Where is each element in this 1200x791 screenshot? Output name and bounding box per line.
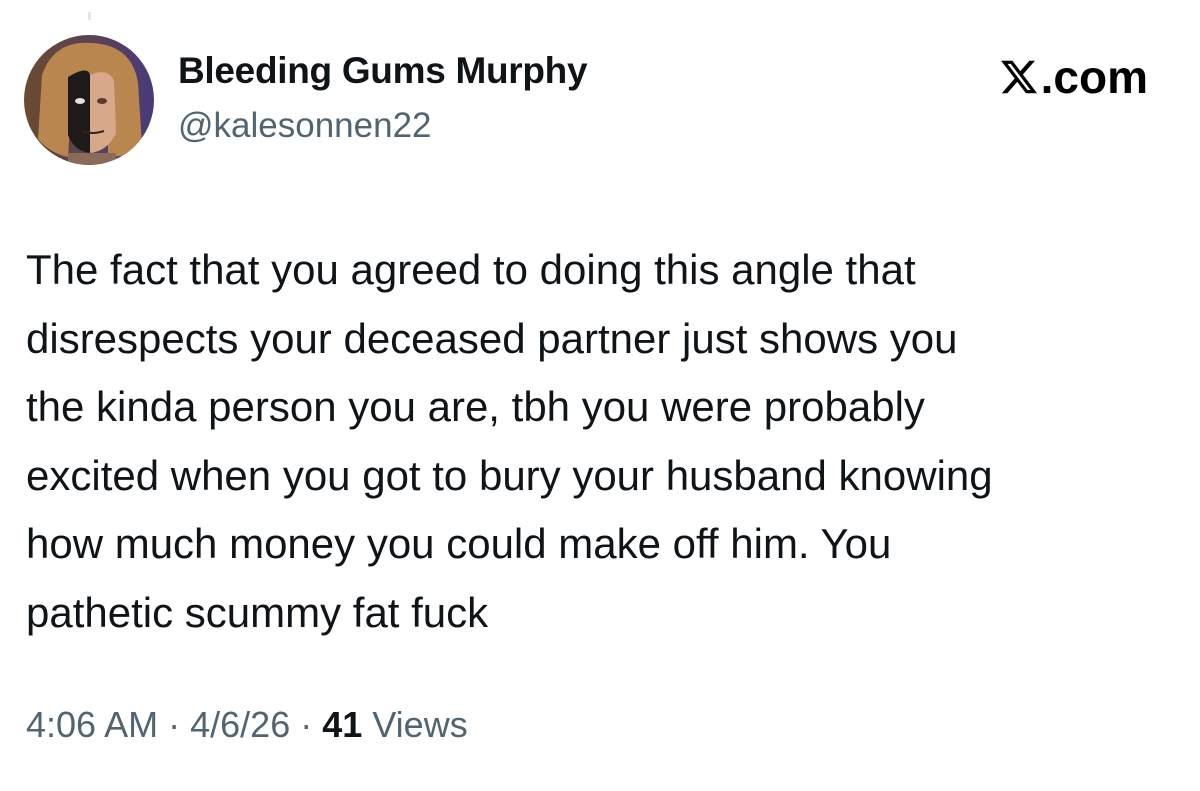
- tweet-date[interactable]: 4/6/26: [190, 704, 290, 745]
- tweet-text-line: pathetic scummy fat fuck: [26, 588, 489, 636]
- tweet-time[interactable]: 4:06 AM: [26, 704, 158, 745]
- tweet-text-line: disrespects your deceased partner just s…: [26, 314, 958, 362]
- divider-mark: [88, 12, 91, 20]
- tweet-text-line: how much money you could make off him. Y…: [26, 520, 892, 567]
- tweet-text-line: the kinda person you are, tbh you were p…: [26, 383, 925, 430]
- author-handle[interactable]: @kalesonnen22: [178, 106, 432, 146]
- meta-separator: ·: [300, 704, 313, 745]
- x-brand-link[interactable]: .com: [999, 50, 1148, 104]
- tweet-text-line: excited when you got to bury your husban…: [26, 451, 993, 499]
- views-label: Views: [372, 704, 468, 745]
- views-count[interactable]: 41: [322, 704, 362, 745]
- x-logo-icon: [1000, 60, 1037, 94]
- brand-suffix: .com: [1040, 51, 1148, 103]
- tweet-card: Bleeding Gums Murphy @kalesonnen22 .com …: [0, 0, 1200, 791]
- avatar-image: [24, 35, 154, 165]
- author-display-name[interactable]: Bleeding Gums Murphy: [178, 50, 588, 92]
- avatar[interactable]: [24, 35, 154, 165]
- meta-separator: ·: [168, 704, 181, 745]
- tweet-text: The fact that you agreed to doing this a…: [26, 236, 1176, 647]
- tweet-meta: 4:06 AM · 4/6/26 · 41 Views: [26, 704, 468, 746]
- tweet-text-line: The fact that you agreed to doing this a…: [26, 246, 916, 293]
